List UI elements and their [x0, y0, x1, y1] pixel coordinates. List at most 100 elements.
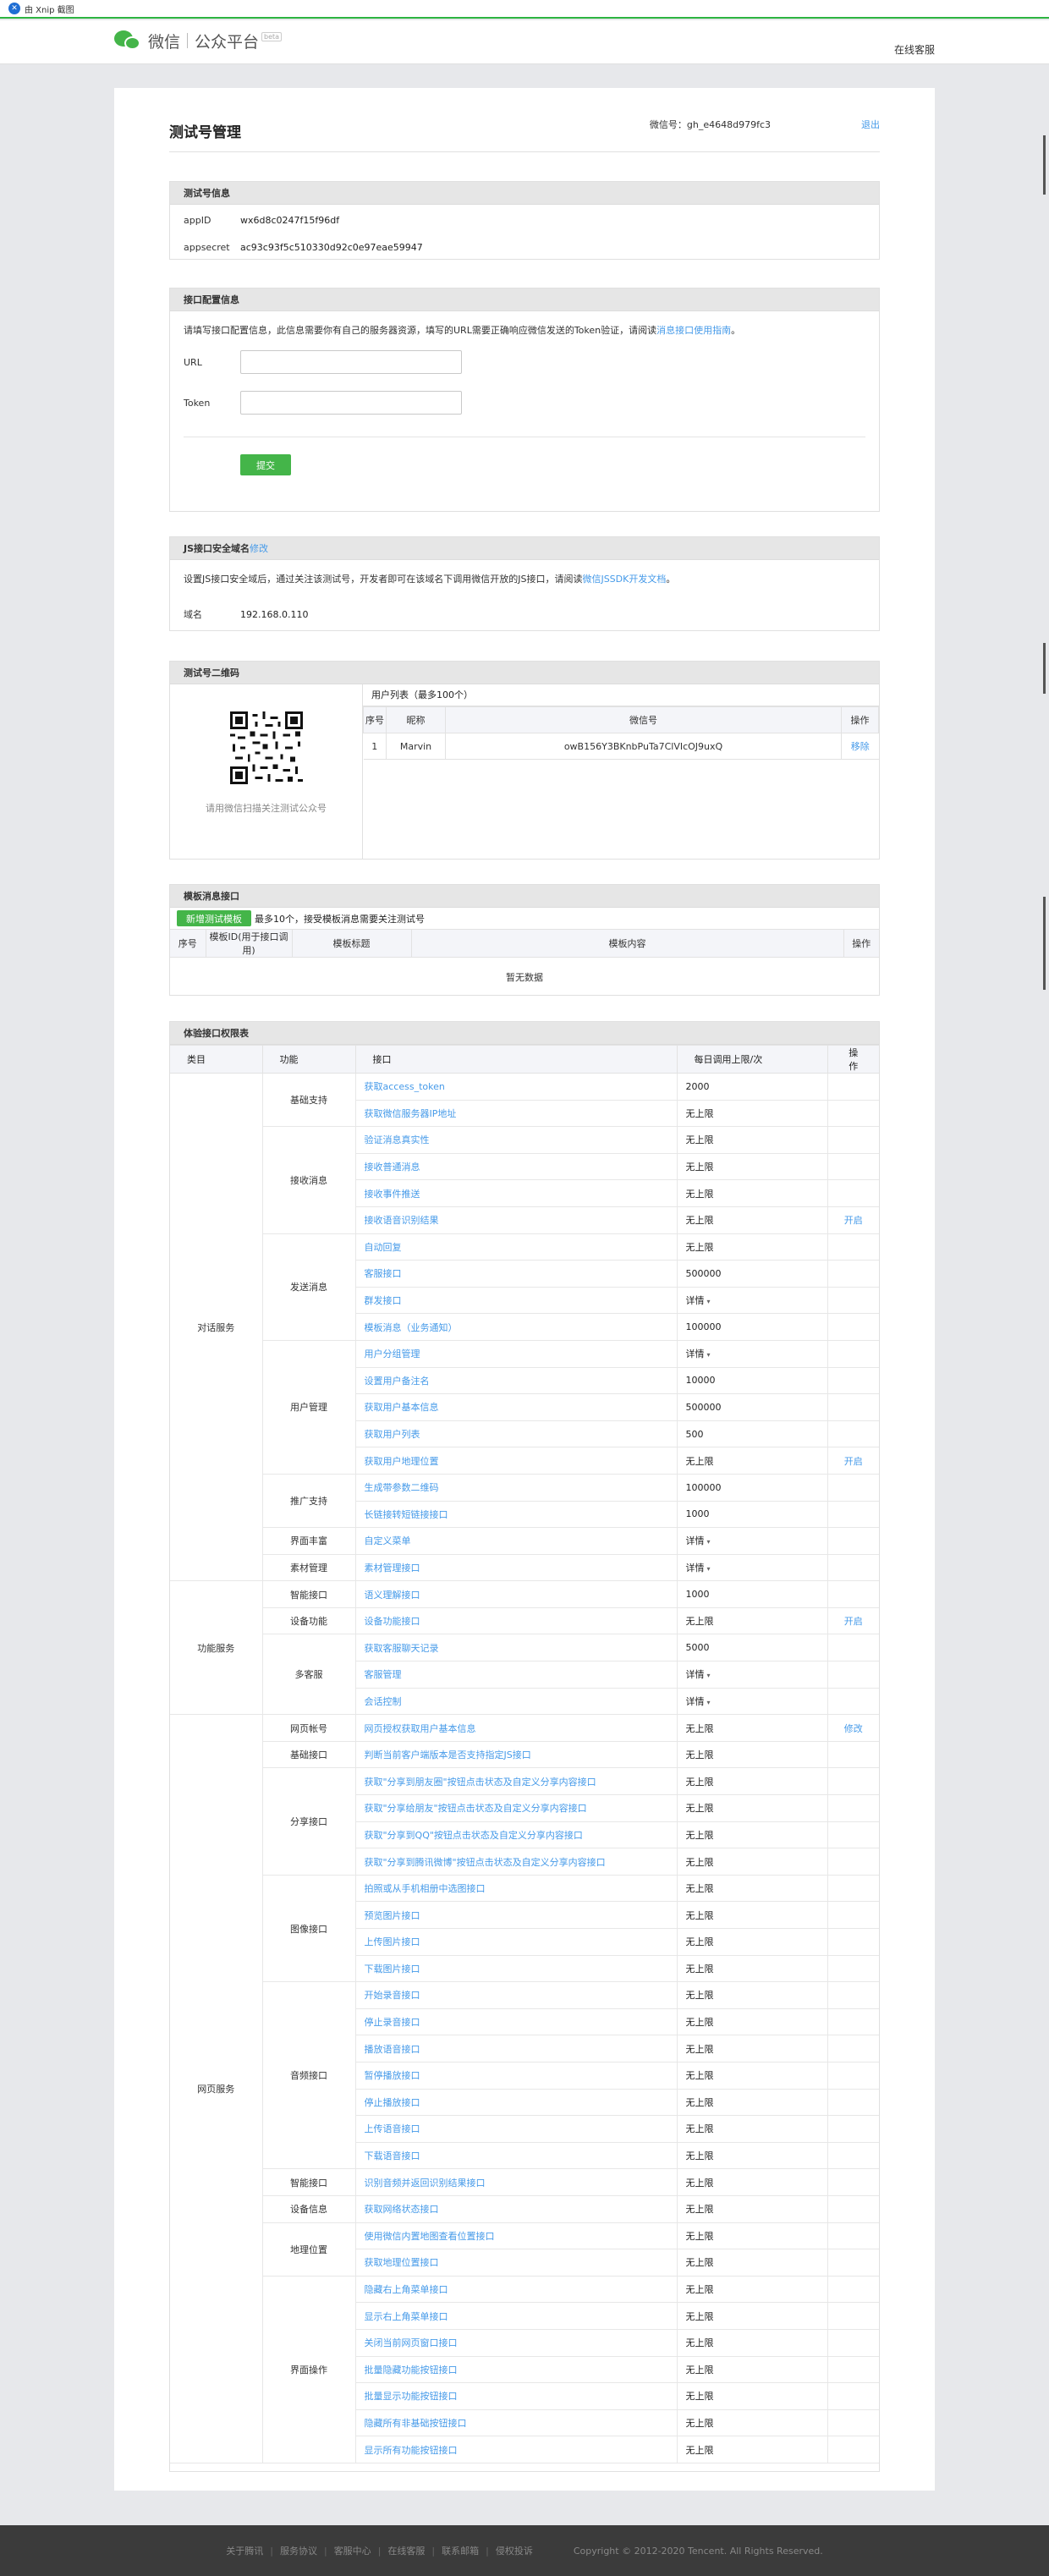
interface-link[interactable]: 素材管理接口: [365, 1563, 420, 1574]
chevron-down-icon[interactable]: ▾: [707, 1538, 711, 1546]
interface-link[interactable]: 开始录音接口: [365, 1990, 420, 2001]
operation-link[interactable]: 开启: [844, 1215, 863, 1226]
limit-value: 无上限: [685, 2230, 714, 2242]
interface-link[interactable]: 客服管理: [365, 1669, 402, 1680]
limit-value[interactable]: 详情: [686, 1348, 705, 1359]
table-row: 界面操作 隐藏右上角菜单接口 无上限: [170, 2275, 879, 2463]
panel-title: 接口配置信息: [170, 288, 879, 311]
footer-link-email[interactable]: 联系邮箱: [442, 2544, 479, 2557]
interface-link[interactable]: 获取用户地理位置: [365, 1456, 439, 1467]
edit-domain-link[interactable]: 修改: [250, 543, 268, 554]
interface-link[interactable]: 隐藏右上角菜单接口: [365, 2284, 448, 2295]
chevron-down-icon[interactable]: ▾: [707, 1565, 711, 1573]
interface-link[interactable]: 显示所有功能按钮接口: [365, 2445, 458, 2456]
interface-link[interactable]: 判断当前客户端版本是否支持指定JS接口: [365, 1749, 531, 1760]
interface-link[interactable]: 停止播放接口: [365, 2097, 420, 2108]
interface-link[interactable]: 下载图片接口: [365, 1964, 420, 1975]
interface-link[interactable]: 设置用户备注名: [365, 1376, 430, 1387]
footer-link-help[interactable]: 客服中心: [334, 2544, 371, 2557]
interface-link[interactable]: 会话控制: [365, 1696, 402, 1707]
table-row: 推广支持 生成带参数二维码 100000: [170, 1473, 879, 1529]
wechat-logo-icon: [114, 29, 143, 52]
col-index: 序号: [363, 706, 387, 733]
interface-link[interactable]: 下载语音接口: [365, 2150, 420, 2161]
user-table: 序号 昵称 微信号 操作 1 Marvin owB156Y3BKnbPuTa7C…: [363, 706, 879, 760]
interface-link[interactable]: 获取用户列表: [365, 1429, 420, 1440]
interface-link[interactable]: 上传图片接口: [365, 1936, 420, 1947]
remove-user-link[interactable]: 移除: [851, 741, 870, 752]
url-input[interactable]: [240, 350, 462, 374]
operation-link[interactable]: 修改: [844, 1723, 863, 1734]
function-cell: 界面丰富: [261, 1527, 356, 1555]
capture-label: 由 Xnip 截图: [25, 5, 74, 15]
table-row: 智能接口 识别音频并返回识别结果接口 无上限: [170, 2168, 879, 2196]
interface-link[interactable]: 接收语音识别结果: [365, 1215, 439, 1226]
interface-link[interactable]: 上传语音接口: [365, 2123, 420, 2134]
chevron-down-icon[interactable]: ▾: [707, 1699, 711, 1706]
limit-value[interactable]: 详情: [686, 1295, 705, 1306]
interface-link[interactable]: 长链接转短链接接口: [365, 1509, 448, 1520]
table-row: 设备功能 设备功能接口 无上限 开启: [170, 1607, 879, 1635]
interface-link[interactable]: 接收事件推送: [365, 1189, 420, 1200]
interface-link[interactable]: 关闭当前网页窗口接口: [365, 2337, 458, 2348]
interface-link[interactable]: 识别音频并返回识别结果接口: [365, 2178, 486, 2189]
interface-link[interactable]: 拍照或从手机相册中选图接口: [365, 1883, 486, 1894]
interface-link[interactable]: 设备功能接口: [365, 1616, 420, 1627]
chevron-down-icon[interactable]: ▾: [707, 1672, 711, 1679]
interface-link[interactable]: 显示右上角菜单接口: [365, 2311, 448, 2322]
interface-link[interactable]: 获取"分享给朋友"按钮点击状态及自定义分享内容接口: [365, 1803, 587, 1814]
limit-value[interactable]: 详情: [686, 1669, 705, 1680]
limit-value[interactable]: 详情: [686, 1696, 705, 1707]
footer-link-support[interactable]: 在线客服: [387, 2544, 425, 2557]
interface-link[interactable]: 生成带参数二维码: [365, 1482, 439, 1493]
interface-link[interactable]: 语义理解接口: [365, 1590, 420, 1601]
interface-link[interactable]: 批量显示功能按钮接口: [365, 2391, 458, 2402]
footer-link-about[interactable]: 关于腾讯: [226, 2544, 263, 2557]
interface-link[interactable]: 验证消息真实性: [365, 1134, 430, 1145]
limit-value: 无上限: [685, 1909, 714, 1921]
footer-link-terms[interactable]: 服务协议: [280, 2544, 317, 2557]
interface-link[interactable]: 模板消息（业务通知）: [365, 1322, 458, 1333]
interface-link[interactable]: 预览图片接口: [365, 1910, 420, 1921]
limit-value[interactable]: 详情: [686, 1563, 705, 1574]
interface-link[interactable]: 自动回复: [365, 1242, 402, 1253]
interface-link[interactable]: 获取"分享到朋友圈"按钮点击状态及自定义分享内容接口: [365, 1777, 596, 1788]
operation-link[interactable]: 开启: [844, 1616, 863, 1627]
chevron-down-icon[interactable]: ▾: [707, 1298, 711, 1305]
interface-link[interactable]: 停止录音接口: [365, 2017, 420, 2028]
logout-link[interactable]: 退出: [861, 118, 880, 131]
add-template-button[interactable]: 新增测试模板: [177, 910, 251, 926]
limit-value[interactable]: 详情: [686, 1535, 705, 1546]
interface-link[interactable]: 获取用户基本信息: [365, 1402, 439, 1413]
interface-link[interactable]: 获取"分享到QQ"按钮点击状态及自定义分享内容接口: [365, 1830, 583, 1841]
interface-link[interactable]: 获取access_token: [365, 1081, 445, 1092]
function-cell: 网页帐号: [261, 1714, 356, 1742]
interface-link[interactable]: 获取"分享到腾讯微博"按钮点击状态及自定义分享内容接口: [365, 1857, 606, 1868]
interface-link[interactable]: 用户分组管理: [365, 1348, 420, 1359]
operation-link[interactable]: 开启: [844, 1456, 863, 1467]
interface-link[interactable]: 获取微信服务器IP地址: [365, 1108, 457, 1119]
online-support-link[interactable]: 在线客服: [894, 42, 935, 57]
interface-link[interactable]: 获取地理位置接口: [365, 2257, 439, 2268]
limit-value: 无上限: [685, 2391, 714, 2403]
chevron-down-icon[interactable]: ▾: [707, 1351, 711, 1359]
interface-link[interactable]: 自定义菜单: [365, 1535, 411, 1546]
submit-button[interactable]: 提交: [240, 454, 291, 475]
interface-link[interactable]: 客服接口: [365, 1268, 402, 1279]
message-guide-link[interactable]: 消息接口使用指南: [656, 325, 731, 336]
interface-link[interactable]: 使用微信内置地图查看位置接口: [365, 2231, 495, 2242]
interface-link[interactable]: 播放语音接口: [365, 2044, 420, 2055]
interface-link[interactable]: 接收普通消息: [365, 1162, 420, 1173]
token-input[interactable]: [240, 391, 462, 415]
footer-link-report[interactable]: 侵权投诉: [496, 2544, 533, 2557]
jssdk-doc-link[interactable]: 微信JSSDK开发文档: [582, 574, 666, 585]
interface-link[interactable]: 网页授权获取用户基本信息: [365, 1723, 476, 1734]
logo[interactable]: 微信 公众平台 beta: [114, 29, 283, 52]
limit-value: 无上限: [685, 2257, 714, 2269]
interface-link[interactable]: 隐藏所有非基础按钮接口: [365, 2418, 467, 2429]
interface-link[interactable]: 获取网络状态接口: [365, 2204, 439, 2215]
interface-link[interactable]: 批量隐藏功能按钮接口: [365, 2365, 458, 2376]
interface-link[interactable]: 暂停播放接口: [365, 2070, 420, 2081]
interface-link[interactable]: 群发接口: [365, 1295, 402, 1306]
interface-link[interactable]: 获取客服聊天记录: [365, 1643, 439, 1654]
